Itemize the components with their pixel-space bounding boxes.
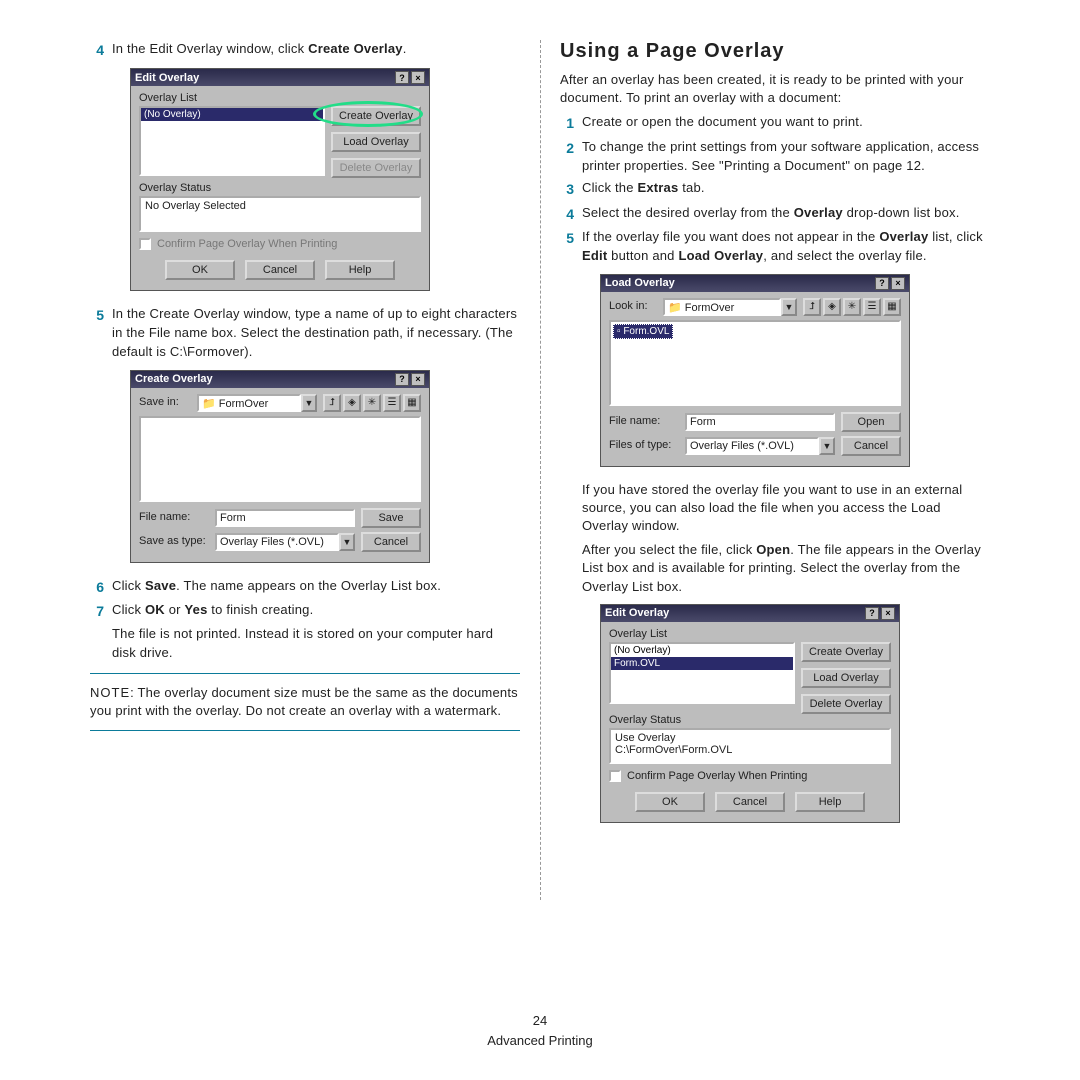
cancel-button[interactable]: Cancel [245, 260, 315, 280]
step7b: The file is not printed. Instead it is s… [112, 625, 520, 663]
create-overlay-dialog: Create Overlay ?× Save in: 📁 FormOver▼ ⮥… [130, 370, 430, 563]
cancel-button[interactable]: Cancel [841, 436, 901, 456]
edit-overlay-dialog: Edit Overlay ?× Overlay List (No Overlay… [130, 68, 430, 291]
chevron-down-icon[interactable]: ▼ [301, 394, 317, 412]
list-icon[interactable]: ☰ [383, 394, 401, 412]
dlg-title: Edit Overlay [135, 72, 199, 84]
chevron-down-icon[interactable]: ▼ [781, 298, 797, 316]
help-button[interactable]: Help [325, 260, 395, 280]
file-item[interactable]: ▫ Form.OVL [613, 324, 673, 339]
step5: In the Create Overlay window, type a nam… [112, 305, 520, 362]
newfolder-icon[interactable]: ✳ [843, 298, 861, 316]
savein-label: Save in: [139, 396, 191, 408]
s4-post: . [403, 41, 407, 56]
desktop-icon[interactable]: ◈ [343, 394, 361, 412]
savein-field[interactable]: 📁 FormOver [197, 394, 301, 412]
mid2: After you select the file, click Open. T… [582, 541, 990, 596]
edit-overlay-dialog-2: Edit Overlay ?× Overlay List (No Overlay… [600, 604, 900, 823]
list-item[interactable]: (No Overlay) [611, 644, 793, 657]
lookin-label: Look in: [609, 300, 657, 312]
filesof-label: Files of type: [609, 439, 679, 451]
close-icon[interactable]: × [881, 607, 895, 620]
detail-icon[interactable]: ▦ [403, 394, 421, 412]
load-overlay-button[interactable]: Load Overlay [331, 132, 421, 152]
delete-overlay-button: Delete Overlay [331, 158, 421, 178]
help-icon[interactable]: ? [875, 277, 889, 290]
desktop-icon[interactable]: ◈ [823, 298, 841, 316]
overlay-list-label: Overlay List [609, 628, 891, 640]
lookin-field[interactable]: 📁 FormOver [663, 298, 781, 316]
newfolder-icon[interactable]: ✳ [363, 394, 381, 412]
s4-pre: In the Edit Overlay window, click [112, 41, 308, 56]
create-overlay-button[interactable]: Create Overlay [331, 106, 421, 126]
list-item[interactable]: Form.OVL [611, 657, 793, 670]
load-overlay-dialog: Load Overlay ?× Look in: 📁 FormOver▼ ⮥ ◈… [600, 274, 910, 467]
confirm-checkbox[interactable] [139, 238, 151, 250]
help-icon[interactable]: ? [395, 71, 409, 84]
help-icon[interactable]: ? [395, 373, 409, 386]
ok-button[interactable]: OK [635, 792, 705, 812]
intro: After an overlay has been created, it is… [560, 71, 990, 107]
status-text: No Overlay Selected [145, 200, 246, 212]
status-label: Overlay Status [609, 714, 891, 726]
divider [90, 730, 520, 731]
filesof-select[interactable]: Overlay Files (*.OVL) [685, 437, 819, 455]
confirm-label: Confirm Page Overlay When Printing [157, 238, 337, 250]
chevron-down-icon[interactable]: ▼ [339, 533, 355, 551]
filename-input[interactable]: Form [685, 413, 835, 431]
overlay-list[interactable]: (No Overlay) Form.OVL [609, 642, 795, 704]
create-overlay-button[interactable]: Create Overlay [801, 642, 891, 662]
filename-input[interactable]: Form [215, 509, 355, 527]
overlay-list-label: Overlay List [139, 92, 421, 104]
s4-bold: Create Overlay [308, 41, 403, 56]
column-divider [540, 40, 541, 900]
dlg-title: Create Overlay [135, 373, 213, 385]
open-button[interactable]: Open [841, 412, 901, 432]
up-icon[interactable]: ⮥ [803, 298, 821, 316]
file-area[interactable]: ▫ Form.OVL [609, 320, 901, 406]
load-overlay-button[interactable]: Load Overlay [801, 668, 891, 688]
close-icon[interactable]: × [411, 71, 425, 84]
saveas-select[interactable]: Overlay Files (*.OVL) [215, 533, 339, 551]
page-number: 24 [0, 1011, 1080, 1031]
chevron-down-icon[interactable]: ▼ [819, 437, 835, 455]
section-label: Advanced Printing [0, 1031, 1080, 1051]
ok-button[interactable]: OK [165, 260, 235, 280]
mid1: If you have stored the overlay file you … [582, 481, 990, 536]
list-item[interactable]: (No Overlay) [141, 108, 323, 121]
help-icon[interactable]: ? [865, 607, 879, 620]
filename-label: File name: [609, 415, 679, 427]
delete-overlay-button[interactable]: Delete Overlay [801, 694, 891, 714]
dlg-title: Load Overlay [605, 277, 675, 289]
list-icon[interactable]: ☰ [863, 298, 881, 316]
status-area: Use Overlay C:\FormOver\Form.OVL [609, 728, 891, 764]
close-icon[interactable]: × [891, 277, 905, 290]
close-icon[interactable]: × [411, 373, 425, 386]
help-button[interactable]: Help [795, 792, 865, 812]
confirm-checkbox[interactable] [609, 770, 621, 782]
filename-label: File name: [139, 511, 209, 523]
divider [90, 673, 520, 674]
status-label: Overlay Status [139, 182, 421, 194]
dlg-title: Edit Overlay [605, 607, 669, 619]
cancel-button[interactable]: Cancel [361, 532, 421, 552]
cancel-button[interactable]: Cancel [715, 792, 785, 812]
up-icon[interactable]: ⮥ [323, 394, 341, 412]
footer: 24 Advanced Printing [0, 1011, 1080, 1050]
file-area[interactable] [139, 416, 421, 502]
detail-icon[interactable]: ▦ [883, 298, 901, 316]
saveas-label: Save as type: [139, 535, 209, 547]
note: NOTE: The overlay document size must be … [90, 684, 520, 720]
page-title: Using a Page Overlay [560, 40, 990, 63]
overlay-list[interactable]: (No Overlay) [139, 106, 325, 176]
status-area: No Overlay Selected [139, 196, 421, 232]
save-button[interactable]: Save [361, 508, 421, 528]
confirm-label: Confirm Page Overlay When Printing [627, 770, 807, 782]
